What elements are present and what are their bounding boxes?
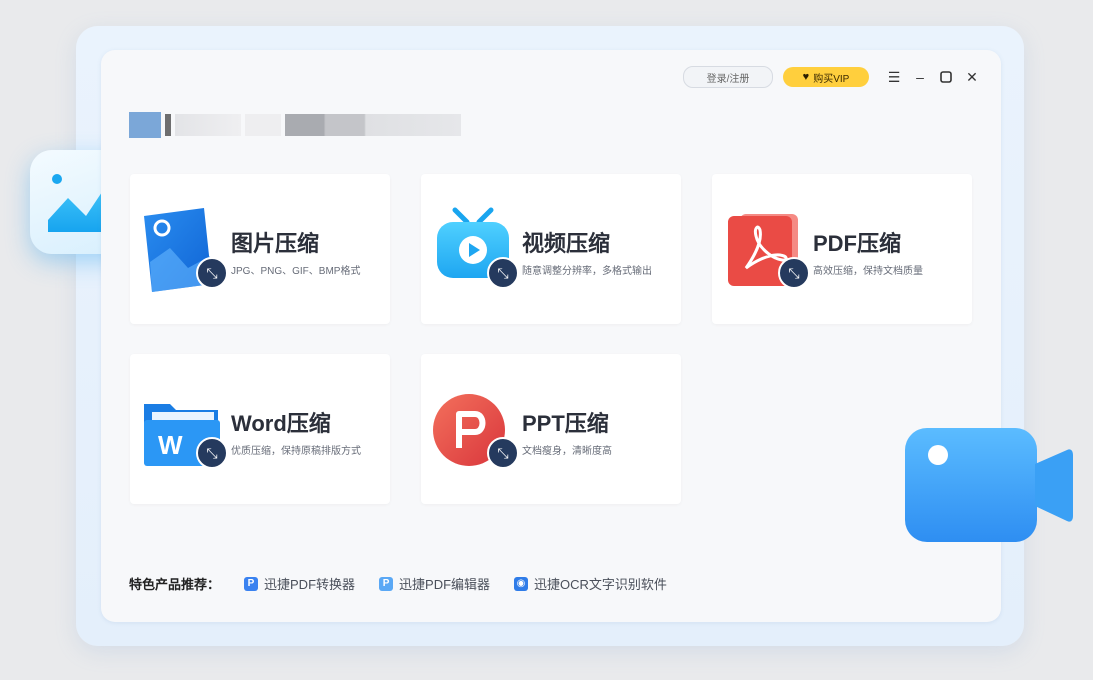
card-title: 视频压缩 [522, 231, 611, 256]
blurred-text [165, 114, 171, 136]
title-bar: 登录/注册 ♥ 购买VIP ☰ – ✕ [683, 66, 983, 88]
menu-icon[interactable]: ☰ [883, 67, 905, 87]
svg-text:W: W [158, 430, 183, 460]
card-description: 文档瘦身，清晰度高 [522, 446, 612, 457]
pdf-converter-link[interactable]: P 迅捷PDF转换器 [244, 574, 355, 593]
card-description: JPG、PNG、GIF、BMP格式 [231, 266, 361, 277]
maximize-icon[interactable] [935, 67, 957, 87]
link-label: 迅捷OCR文字识别软件 [534, 577, 667, 592]
pdf-converter-icon: P [244, 576, 259, 591]
blurred-text [175, 114, 241, 136]
card-title: 图片压缩 [231, 231, 320, 256]
compress-badge-icon: ⤡ [196, 257, 228, 289]
ocr-eye-icon: ◉ [514, 576, 529, 591]
featured-products-bar: 特色产品推荐： P 迅捷PDF转换器 P 迅捷PDF编辑器 ◉ 迅捷OCR文字识… [129, 574, 691, 593]
card-description: 随意调整分辨率，多格式输出 [522, 266, 652, 277]
card-title: Word压缩 [231, 411, 331, 436]
login-button[interactable]: 登录/注册 [683, 66, 773, 88]
video-compress-card[interactable]: ⤡ 视频压缩 随意调整分辨率，多格式输出 [421, 174, 681, 324]
blurred-text [285, 114, 461, 136]
link-label: 迅捷PDF编辑器 [399, 577, 491, 592]
card-description: 高效压缩，保持文档质量 [813, 266, 923, 277]
image-compress-card[interactable]: ⤡ 图片压缩 JPG、PNG、GIF、BMP格式 [130, 174, 390, 324]
close-icon[interactable]: ✕ [961, 67, 983, 87]
pdf-editor-link[interactable]: P 迅捷PDF编辑器 [379, 574, 490, 593]
word-compress-card[interactable]: W ⤡ Word压缩 优质压缩，保持原稿排版方式 [130, 354, 390, 504]
welcome-user-area [129, 112, 461, 138]
card-title: PDF压缩 [813, 231, 902, 256]
minimize-icon[interactable]: – [909, 67, 931, 87]
pdf-editor-icon: P [379, 576, 394, 591]
main-window: 登录/注册 ♥ 购买VIP ☰ – ✕ ⤡ 图片压缩 JPG、PNG、GIF、B… [101, 50, 1001, 622]
avatar [129, 112, 161, 138]
ocr-software-link[interactable]: ◉ 迅捷OCR文字识别软件 [514, 574, 667, 593]
compress-badge-icon: ⤡ [196, 437, 228, 469]
buy-vip-button[interactable]: ♥ 购买VIP [783, 67, 869, 87]
compress-badge-icon: ⤡ [778, 257, 810, 289]
compress-badge-icon: ⤡ [487, 257, 519, 289]
card-description: 优质压缩，保持原稿排版方式 [231, 446, 361, 457]
card-title: PPT压缩 [522, 411, 609, 436]
compress-badge-icon: ⤡ [487, 437, 519, 469]
diamond-heart-icon: ♥ [802, 71, 810, 83]
pdf-compress-card[interactable]: ⤡ PDF压缩 高效压缩，保持文档质量 [712, 174, 972, 324]
floating-video-camera-icon [905, 424, 1075, 546]
blurred-text [245, 114, 281, 136]
link-label: 迅捷PDF转换器 [264, 577, 356, 592]
ppt-compress-card[interactable]: ⤡ PPT压缩 文档瘦身，清晰度高 [421, 354, 681, 504]
featured-label: 特色产品推荐： [129, 577, 221, 592]
vip-label: 购买VIP [813, 73, 850, 85]
